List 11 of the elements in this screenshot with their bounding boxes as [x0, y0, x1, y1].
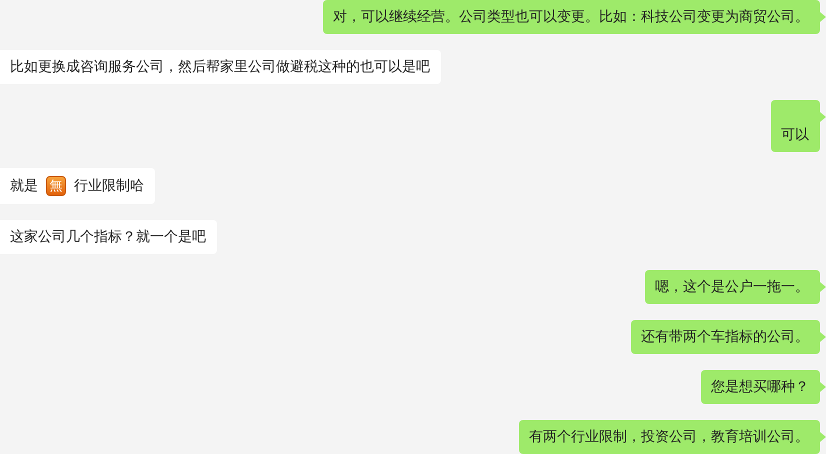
message-text: 比如更换成咨询服务公司，然后帮家里公司做避税这种的也可以是吧	[10, 58, 430, 76]
message-text: 这家公司几个指标？就一个是吧	[10, 228, 206, 246]
message-text: 可以	[781, 126, 809, 144]
emoji-icon: 無	[46, 176, 66, 196]
message-text: 行业限制哈	[74, 177, 144, 195]
message-text: 对，可以继续经营。公司类型也可以变更。比如：科技公司变更为商贸公司。	[333, 8, 809, 26]
message-text: 您是想买哪种？	[711, 378, 809, 396]
message-text: 嗯，这个是公户一拖一。	[655, 278, 809, 296]
message-text: 就是	[10, 177, 38, 195]
message-text: 还有带两个车指标的公司。	[641, 328, 809, 346]
message-text: 有两个行业限制，投资公司，教育培训公司。	[529, 428, 809, 446]
